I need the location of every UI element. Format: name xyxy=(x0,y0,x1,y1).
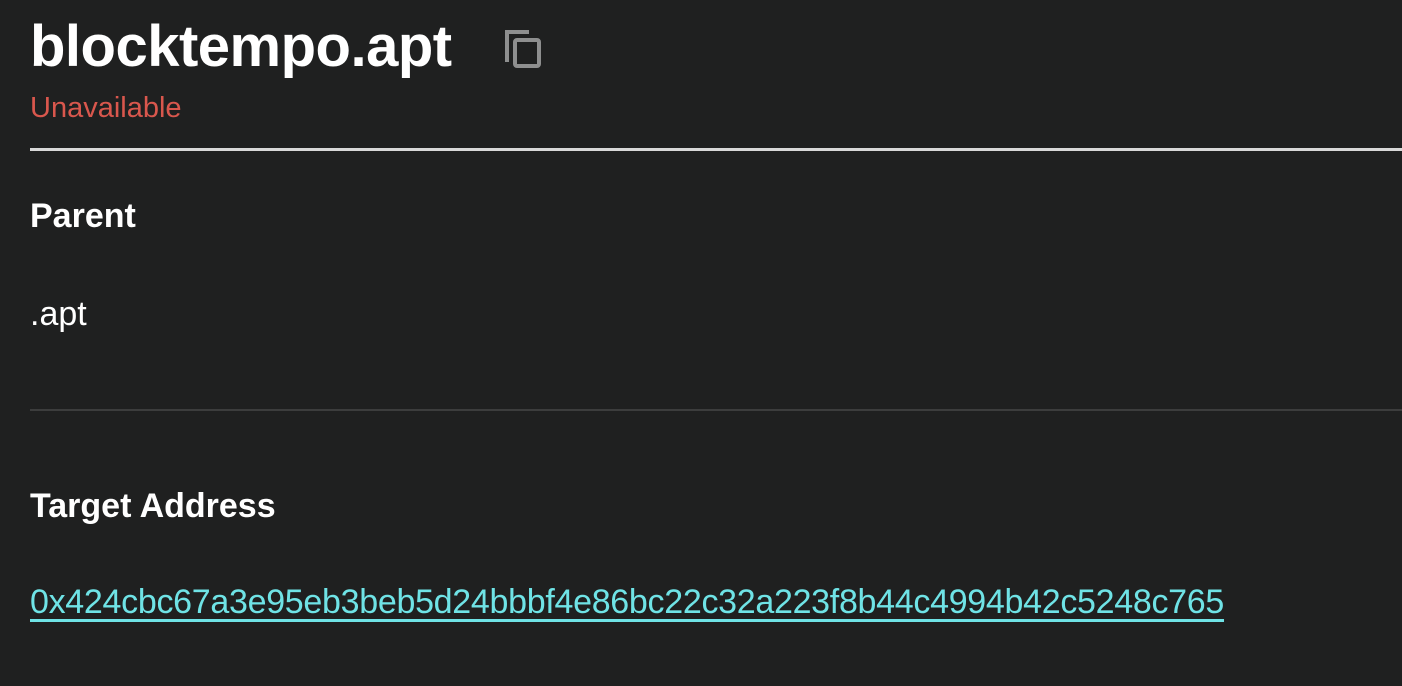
domain-name-title: blocktempo.apt xyxy=(30,14,452,79)
copy-button[interactable] xyxy=(502,26,544,70)
parent-value: .apt xyxy=(30,295,87,333)
copy-icon xyxy=(504,30,541,68)
parent-label: Parent xyxy=(30,197,136,235)
domain-header: blocktempo.apt xyxy=(30,12,544,82)
availability-status: Unavailable xyxy=(30,92,182,124)
header-divider xyxy=(30,148,1402,151)
target-address-label: Target Address xyxy=(30,487,276,525)
section-divider xyxy=(30,409,1402,411)
domain-details-page: blocktempo.apt Unavailable Parent .apt T… xyxy=(0,0,1402,686)
target-address-link[interactable]: 0x424cbc67a3e95eb3beb5d24bbbf4e86bc22c32… xyxy=(30,580,1224,624)
